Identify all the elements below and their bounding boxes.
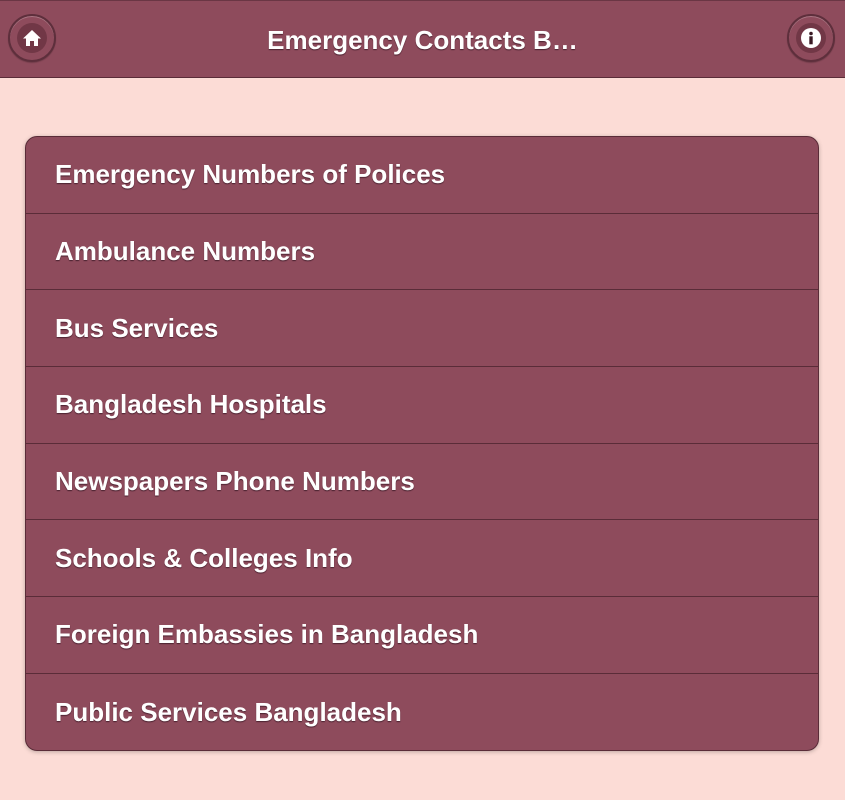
list-item-label: Newspapers Phone Numbers	[55, 466, 415, 497]
header-bar: Emergency Contacts B…	[0, 0, 845, 78]
list-item-newspapers[interactable]: Newspapers Phone Numbers	[26, 444, 818, 521]
list-item-label: Ambulance Numbers	[55, 236, 316, 267]
list-item-label: Public Services Bangladesh	[55, 696, 402, 727]
list-item-ambulance[interactable]: Ambulance Numbers	[26, 214, 818, 291]
list-item-label: Schools & Colleges Info	[55, 542, 353, 573]
list-item-hospitals[interactable]: Bangladesh Hospitals	[26, 367, 818, 444]
list-item-schools[interactable]: Schools & Colleges Info	[26, 520, 818, 598]
list-item-embassies[interactable]: Foreign Embassies in Bangladesh	[26, 597, 818, 674]
category-list: Emergency Numbers of Polices Ambulance N…	[25, 136, 819, 751]
list-item-police[interactable]: Emergency Numbers of Polices	[26, 137, 818, 214]
list-item-label: Foreign Embassies in Bangladesh	[55, 619, 479, 650]
list-item-label: Bus Services	[55, 312, 219, 343]
list-item-public-services[interactable]: Public Services Bangladesh	[26, 674, 818, 750]
list-item-label: Bangladesh Hospitals	[55, 389, 327, 420]
info-icon	[796, 23, 826, 53]
info-button[interactable]	[787, 14, 835, 62]
list-item-label: Emergency Numbers of Polices	[55, 159, 446, 190]
page-title: Emergency Contacts B…	[267, 25, 578, 55]
list-item-bus[interactable]: Bus Services	[26, 290, 818, 368]
